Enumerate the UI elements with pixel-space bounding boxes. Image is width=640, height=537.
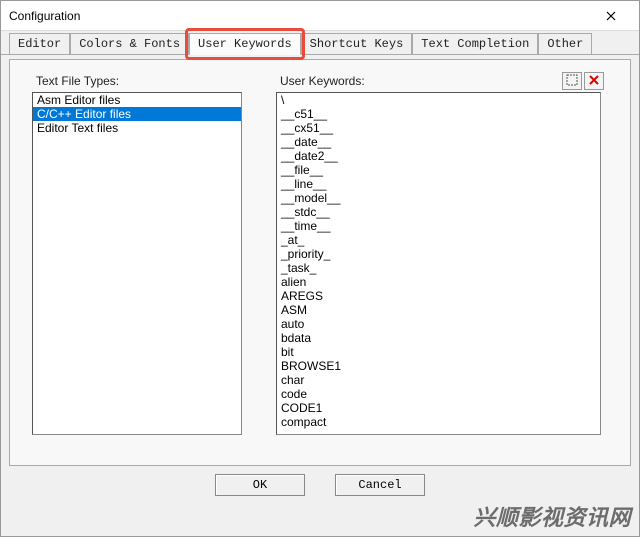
select-region-icon (566, 74, 578, 89)
list-item[interactable]: compact (277, 415, 600, 429)
list-item[interactable]: _priority_ (277, 247, 600, 261)
list-item[interactable]: CODE1 (277, 401, 600, 415)
list-item[interactable]: bdata (277, 331, 600, 345)
list-item[interactable]: __line__ (277, 177, 600, 191)
tab-editor[interactable]: Editor (9, 33, 70, 54)
dialog-window: Configuration EditorColors & FontsUser K… (0, 0, 640, 537)
tab-content: Text File Types: User Keywords: Asm Edit… (9, 59, 631, 466)
list-item[interactable]: AREGS (277, 289, 600, 303)
window-title: Configuration (9, 9, 591, 23)
tab-user-keywords[interactable]: User Keywords (189, 33, 301, 55)
list-item[interactable]: _at_ (277, 233, 600, 247)
list-item[interactable]: __time__ (277, 219, 600, 233)
delete-keyword-button[interactable] (584, 72, 604, 90)
file-types-listbox[interactable]: Asm Editor filesC/C++ Editor filesEditor… (32, 92, 242, 435)
list-item[interactable]: bit (277, 345, 600, 359)
tab-text-completion[interactable]: Text Completion (412, 33, 538, 54)
close-button[interactable] (591, 2, 631, 30)
ok-button[interactable]: OK (215, 474, 305, 496)
tab-shortcut-keys[interactable]: Shortcut Keys (301, 33, 413, 54)
cancel-button[interactable]: Cancel (335, 474, 425, 496)
list-item[interactable]: code (277, 387, 600, 401)
list-item[interactable]: auto (277, 317, 600, 331)
list-item[interactable]: char (277, 373, 600, 387)
list-item[interactable]: C/C++ Editor files (33, 107, 241, 121)
delete-x-icon (588, 74, 600, 89)
list-item[interactable]: Editor Text files (33, 121, 241, 135)
list-item[interactable]: __stdc__ (277, 205, 600, 219)
user-keywords-label: User Keywords: (280, 74, 365, 88)
list-item[interactable]: __c51__ (277, 107, 600, 121)
text-file-types-label: Text File Types: (36, 74, 119, 88)
keyword-toolbar (562, 72, 604, 90)
new-keyword-button[interactable] (562, 72, 582, 90)
list-item[interactable]: __file__ (277, 163, 600, 177)
keywords-scroll[interactable]: \__c51____cx51____date____date2____file_… (277, 93, 600, 434)
list-item[interactable]: __cx51__ (277, 121, 600, 135)
close-icon (606, 8, 616, 24)
tab-colors-fonts[interactable]: Colors & Fonts (70, 33, 189, 54)
keywords-listbox[interactable]: \__c51____cx51____date____date2____file_… (276, 92, 601, 435)
watermark: 兴顺影视资讯网 (473, 500, 631, 532)
list-item[interactable]: __model__ (277, 191, 600, 205)
list-item[interactable]: alien (277, 275, 600, 289)
tab-other[interactable]: Other (538, 33, 592, 54)
title-bar: Configuration (1, 1, 639, 31)
list-item[interactable]: Asm Editor files (33, 93, 241, 107)
file-types-scroll[interactable]: Asm Editor filesC/C++ Editor filesEditor… (33, 93, 241, 434)
list-item[interactable]: BROWSE1 (277, 359, 600, 373)
list-item[interactable]: ASM (277, 303, 600, 317)
list-item[interactable]: __date__ (277, 135, 600, 149)
list-item[interactable]: __date2__ (277, 149, 600, 163)
list-item[interactable]: \ (277, 93, 600, 107)
list-item[interactable]: _task_ (277, 261, 600, 275)
tab-bar: EditorColors & FontsUser KeywordsShortcu… (1, 31, 639, 55)
